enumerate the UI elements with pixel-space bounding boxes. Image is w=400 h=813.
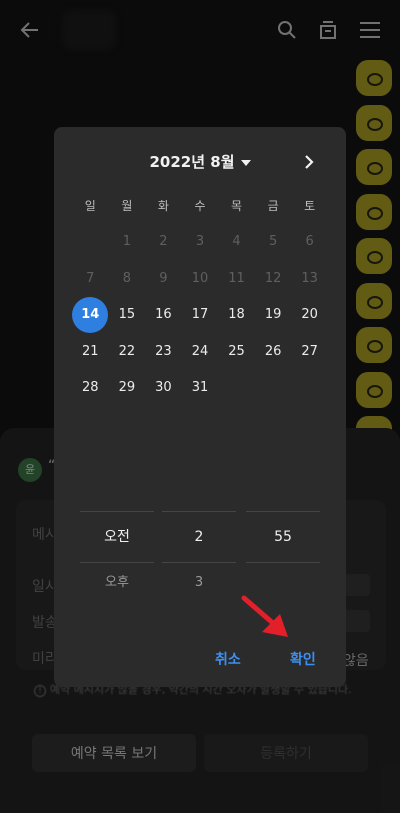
day-number[interactable]: 19: [265, 307, 282, 322]
day-cell[interactable]: 19: [255, 307, 292, 322]
weekday-label: 화: [157, 198, 169, 213]
day-cell: 11: [218, 271, 255, 286]
weekday-label: 수: [194, 198, 206, 213]
day-number[interactable]: 30: [155, 380, 172, 395]
day-number: 11: [228, 270, 245, 286]
weekday-header: 일월화수목금토: [72, 187, 328, 224]
day-cell: 7: [72, 271, 109, 286]
day-number: 13: [301, 270, 318, 286]
week-row: 21 22 23 24 25 26 27: [72, 333, 328, 370]
day-number[interactable]: 28: [82, 380, 99, 395]
day-cell: 4: [218, 234, 255, 249]
day-number[interactable]: 23: [155, 344, 172, 359]
day-cell: 10: [182, 271, 219, 286]
day-cell[interactable]: 14: [72, 296, 109, 333]
day-number[interactable]: 18: [228, 307, 245, 322]
day-cell[interactable]: 29: [109, 380, 146, 395]
chevron-right-icon[interactable]: [296, 149, 322, 175]
day-cell[interactable]: 27: [291, 344, 328, 359]
calendar-grid: 일 월 화 수 목 금 토 1 2 3 4 5 6 7 8 9 10 11 12 13 14 15 16 17 18 19 20 21…: [72, 187, 328, 406]
day-cell[interactable]: 28: [72, 380, 109, 395]
day-cell: 3: [182, 234, 219, 249]
weekday-label: 금: [267, 198, 279, 213]
day-cell[interactable]: 21: [72, 344, 109, 359]
day-cell[interactable]: 26: [255, 344, 292, 359]
ampm-picker[interactable]: 오전 오후: [80, 511, 154, 603]
day-number[interactable]: 31: [192, 380, 209, 395]
hour-picker[interactable]: 2 3: [162, 511, 236, 603]
day-cell: 8: [109, 271, 146, 286]
day-cell[interactable]: 24: [182, 344, 219, 359]
day-cell[interactable]: 16: [145, 307, 182, 322]
day-number: 12: [264, 270, 282, 286]
day-number: 3: [195, 234, 205, 250]
day-cell: 9: [145, 271, 182, 286]
day-number[interactable]: 29: [119, 380, 136, 395]
day-cell[interactable]: 17: [182, 307, 219, 322]
confirm-button[interactable]: 확인: [290, 649, 316, 669]
hour-selected[interactable]: 2: [162, 512, 236, 562]
day-cell[interactable]: 20: [291, 307, 328, 322]
weekday-label: 일: [84, 198, 96, 213]
minute-selected[interactable]: 55: [246, 512, 320, 562]
week-row: 7 8 9 10 11 12 13: [72, 260, 328, 297]
day-number[interactable]: 22: [119, 344, 136, 359]
day-cell[interactable]: 31: [182, 380, 219, 395]
day-number[interactable]: 20: [301, 307, 318, 322]
day-cell: 2: [145, 234, 182, 249]
day-cell: 5: [255, 234, 292, 249]
day-number[interactable]: 16: [155, 307, 172, 322]
red-arrow-icon: [241, 595, 288, 637]
day-cell: 1: [109, 234, 146, 249]
day-number[interactable]: 26: [265, 344, 282, 359]
day-cell[interactable]: 30: [145, 380, 182, 395]
hour-next[interactable]: 3: [162, 563, 236, 603]
weekday-label: 토: [304, 198, 316, 213]
day-number[interactable]: 21: [82, 344, 99, 359]
day-number[interactable]: 25: [228, 344, 245, 359]
ampm-next[interactable]: 오후: [80, 563, 154, 603]
weekday-label: 목: [231, 198, 243, 213]
cancel-button[interactable]: 취소: [215, 649, 241, 669]
day-cell[interactable]: 18: [218, 307, 255, 322]
week-row: 28 29 30 31: [72, 370, 328, 407]
day-number: 5: [268, 234, 278, 250]
day-cell: 13: [291, 271, 328, 286]
day-cell: 12: [255, 271, 292, 286]
day-number: 7: [86, 270, 95, 286]
day-number: 9: [159, 270, 168, 286]
weekday-label: 월: [121, 198, 133, 213]
day-number: 6: [305, 234, 314, 250]
day-number[interactable]: 17: [192, 307, 209, 322]
day-number: 10: [191, 270, 209, 286]
day-cell[interactable]: 25: [218, 344, 255, 359]
day-number[interactable]: 24: [192, 344, 209, 359]
day-number: 4: [232, 234, 241, 250]
caret-down-icon: [240, 159, 251, 166]
day-cell[interactable]: 15: [109, 307, 146, 322]
day-number: 1: [122, 234, 131, 250]
week-row: 14 15 16 17 18 19 20: [72, 296, 328, 334]
day-cell[interactable]: 23: [145, 344, 182, 359]
day-number[interactable]: 15: [119, 307, 136, 322]
minute-picker[interactable]: 55: [246, 511, 320, 603]
day-number: 8: [122, 270, 131, 286]
day-number[interactable]: 27: [301, 344, 318, 359]
day-number: 2: [159, 234, 168, 250]
date-picker-dialog: 2022년 8월 일 월 화 수 목 금 토 1 2 3 4 5 6 7 8 9 10 11 12 13 14 15 16 1…: [54, 127, 346, 687]
selected-day[interactable]: 14: [72, 296, 109, 333]
ampm-selected[interactable]: 오전: [80, 512, 154, 562]
day-cell: 6: [291, 234, 328, 249]
day-cell[interactable]: 22: [109, 344, 146, 359]
week-row: 1 2 3 4 5 6: [72, 224, 328, 261]
month-label: 2022년 8월: [149, 153, 235, 171]
